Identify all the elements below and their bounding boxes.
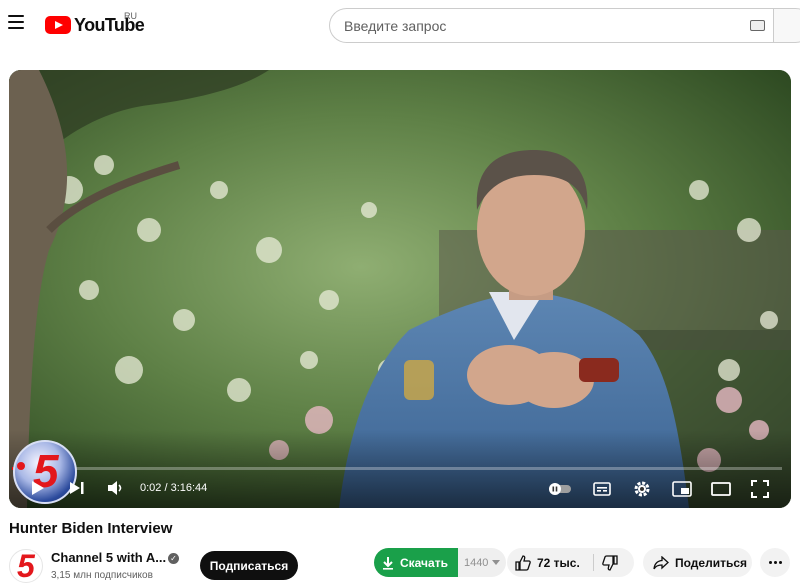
progress-bar[interactable] [12,467,782,470]
video-frame [9,70,791,508]
download-icon [383,556,393,570]
time-display: 0:02 / 3:16:44 [140,482,208,494]
chevron-down-icon [492,560,501,565]
miniplayer-icon[interactable] [672,481,692,497]
watermark-dot [17,462,25,470]
subtitles-icon[interactable] [593,481,611,497]
theater-mode-icon[interactable] [711,482,731,496]
verified-icon: ✓ [168,553,179,564]
avatar-number: 5 [17,549,35,583]
search-input[interactable] [344,9,734,42]
like-button[interactable]: 72 тыс. [507,548,593,577]
region-label: RU [124,11,137,21]
download-main[interactable]: Скачать [374,548,458,577]
download-label: Скачать [400,555,448,570]
channel-name[interactable]: Channel 5 with A... [51,550,166,565]
fullscreen-icon[interactable] [751,480,769,498]
thumbs-down-icon[interactable] [602,555,618,571]
channel-avatar[interactable]: 5 [9,549,43,583]
volume-icon[interactable] [106,479,124,497]
download-quality-label: 1440 [463,556,489,569]
play-icon[interactable] [31,480,45,496]
download-button[interactable]: Скачать 1440 [374,548,507,577]
thumbs-up-icon [515,554,531,571]
keyboard-icon[interactable] [750,20,765,31]
video-title: Hunter Biden Interview [9,520,173,537]
like-dislike-bar: 72 тыс. [507,548,634,577]
top-bar: YouTube RU [0,0,800,52]
more-actions-button[interactable] [760,548,790,577]
channel-watermark[interactable]: 5 [13,440,77,504]
youtube-play-logo-icon [45,16,71,34]
autoplay-toggle-icon[interactable] [548,482,572,496]
video-player[interactable] [9,70,791,508]
subscribe-button[interactable]: Подписаться [200,551,298,580]
settings-icon[interactable] [633,480,651,498]
next-icon[interactable] [69,481,85,495]
like-divider [593,554,594,571]
menu-icon[interactable] [8,15,24,29]
share-label: Поделиться [675,555,748,570]
share-button[interactable]: Поделиться [643,548,752,577]
download-quality-select[interactable]: 1440 [457,548,507,577]
subscriber-count: 3,15 млн подписчиков [51,570,153,581]
search-button[interactable] [773,8,800,43]
share-icon [653,555,669,569]
like-count: 72 тыс. [537,555,580,570]
search-box [329,8,774,43]
